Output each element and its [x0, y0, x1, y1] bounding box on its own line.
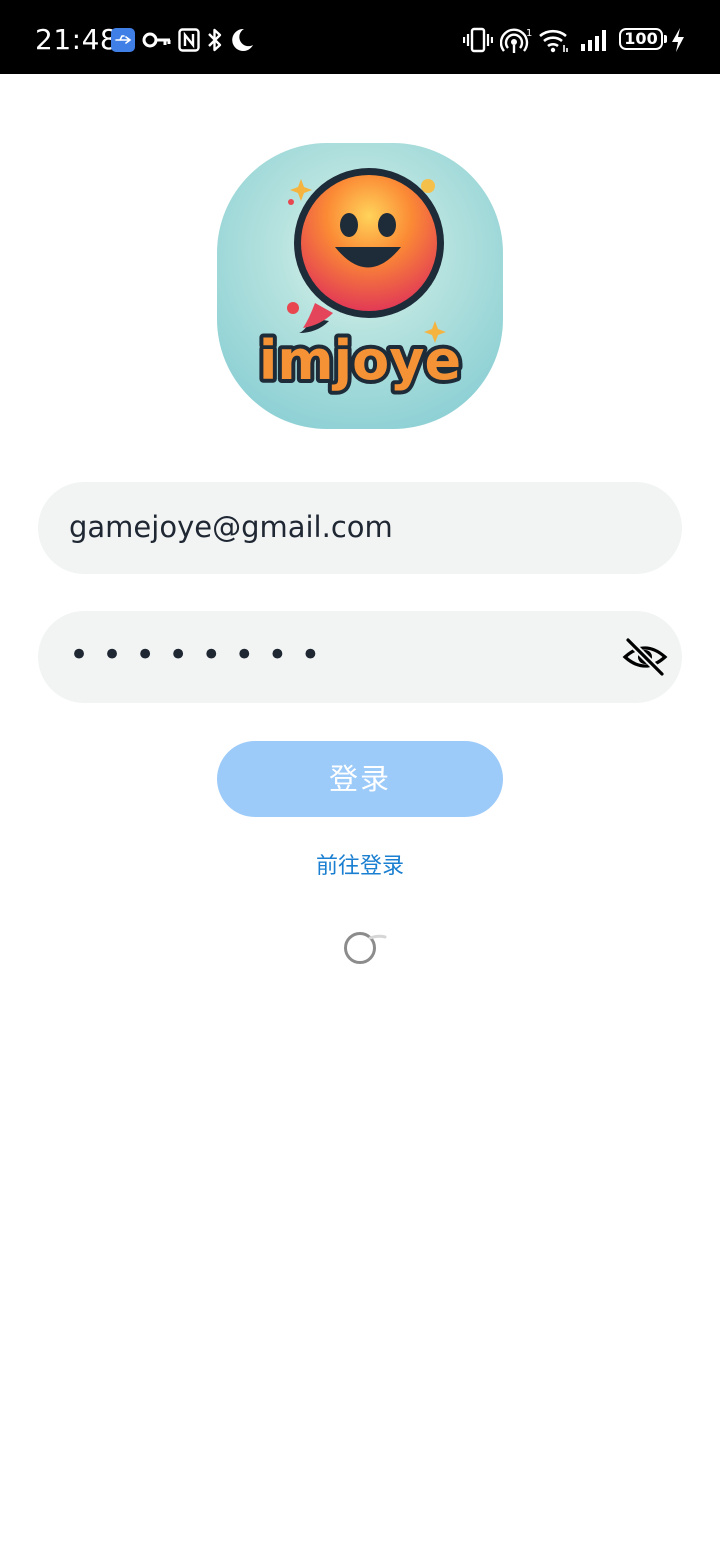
app-logo: imjoye imjoye — [217, 143, 503, 429]
battery-icon: 100 — [619, 28, 663, 50]
do-not-disturb-moon-icon — [232, 28, 253, 51]
eye-off-icon[interactable] — [622, 635, 668, 679]
vibrate-icon — [463, 27, 493, 53]
sparkle-icon — [290, 179, 312, 201]
logo-wordmark: imjoye — [259, 329, 461, 392]
goto-login-link[interactable]: 前往登录 — [260, 851, 460, 883]
smiling-chat-bubble-logo-icon: imjoye imjoye — [255, 168, 465, 396]
dot-icon — [287, 302, 299, 314]
svg-text:1: 1 — [526, 28, 532, 39]
wifi-icon — [539, 29, 568, 53]
battery-level: 100 — [624, 29, 658, 48]
email-input-value[interactable]: gamejoye@gmail.com — [69, 508, 393, 546]
hotspot-icon: 1 — [500, 28, 532, 53]
loading-spinner-icon — [344, 932, 387, 964]
charging-bolt-icon — [672, 28, 684, 52]
login-button[interactable]: 登录 — [217, 741, 503, 817]
usb-debug-icon — [111, 28, 135, 52]
signal-icon — [581, 30, 606, 51]
status-time: 21:48 — [35, 23, 119, 56]
status-bar: 21:48 1 100 — [0, 0, 720, 74]
password-input-value[interactable]: •••••••• — [69, 633, 333, 677]
nfc-icon — [178, 28, 200, 52]
key-icon — [142, 32, 171, 48]
battery-tip — [664, 35, 667, 43]
dot-icon — [421, 179, 435, 193]
bluetooth-icon — [208, 28, 222, 52]
dot-icon — [288, 199, 294, 205]
password-field[interactable]: •••••••• — [38, 611, 682, 703]
email-field[interactable]: gamejoye@gmail.com — [38, 482, 682, 574]
